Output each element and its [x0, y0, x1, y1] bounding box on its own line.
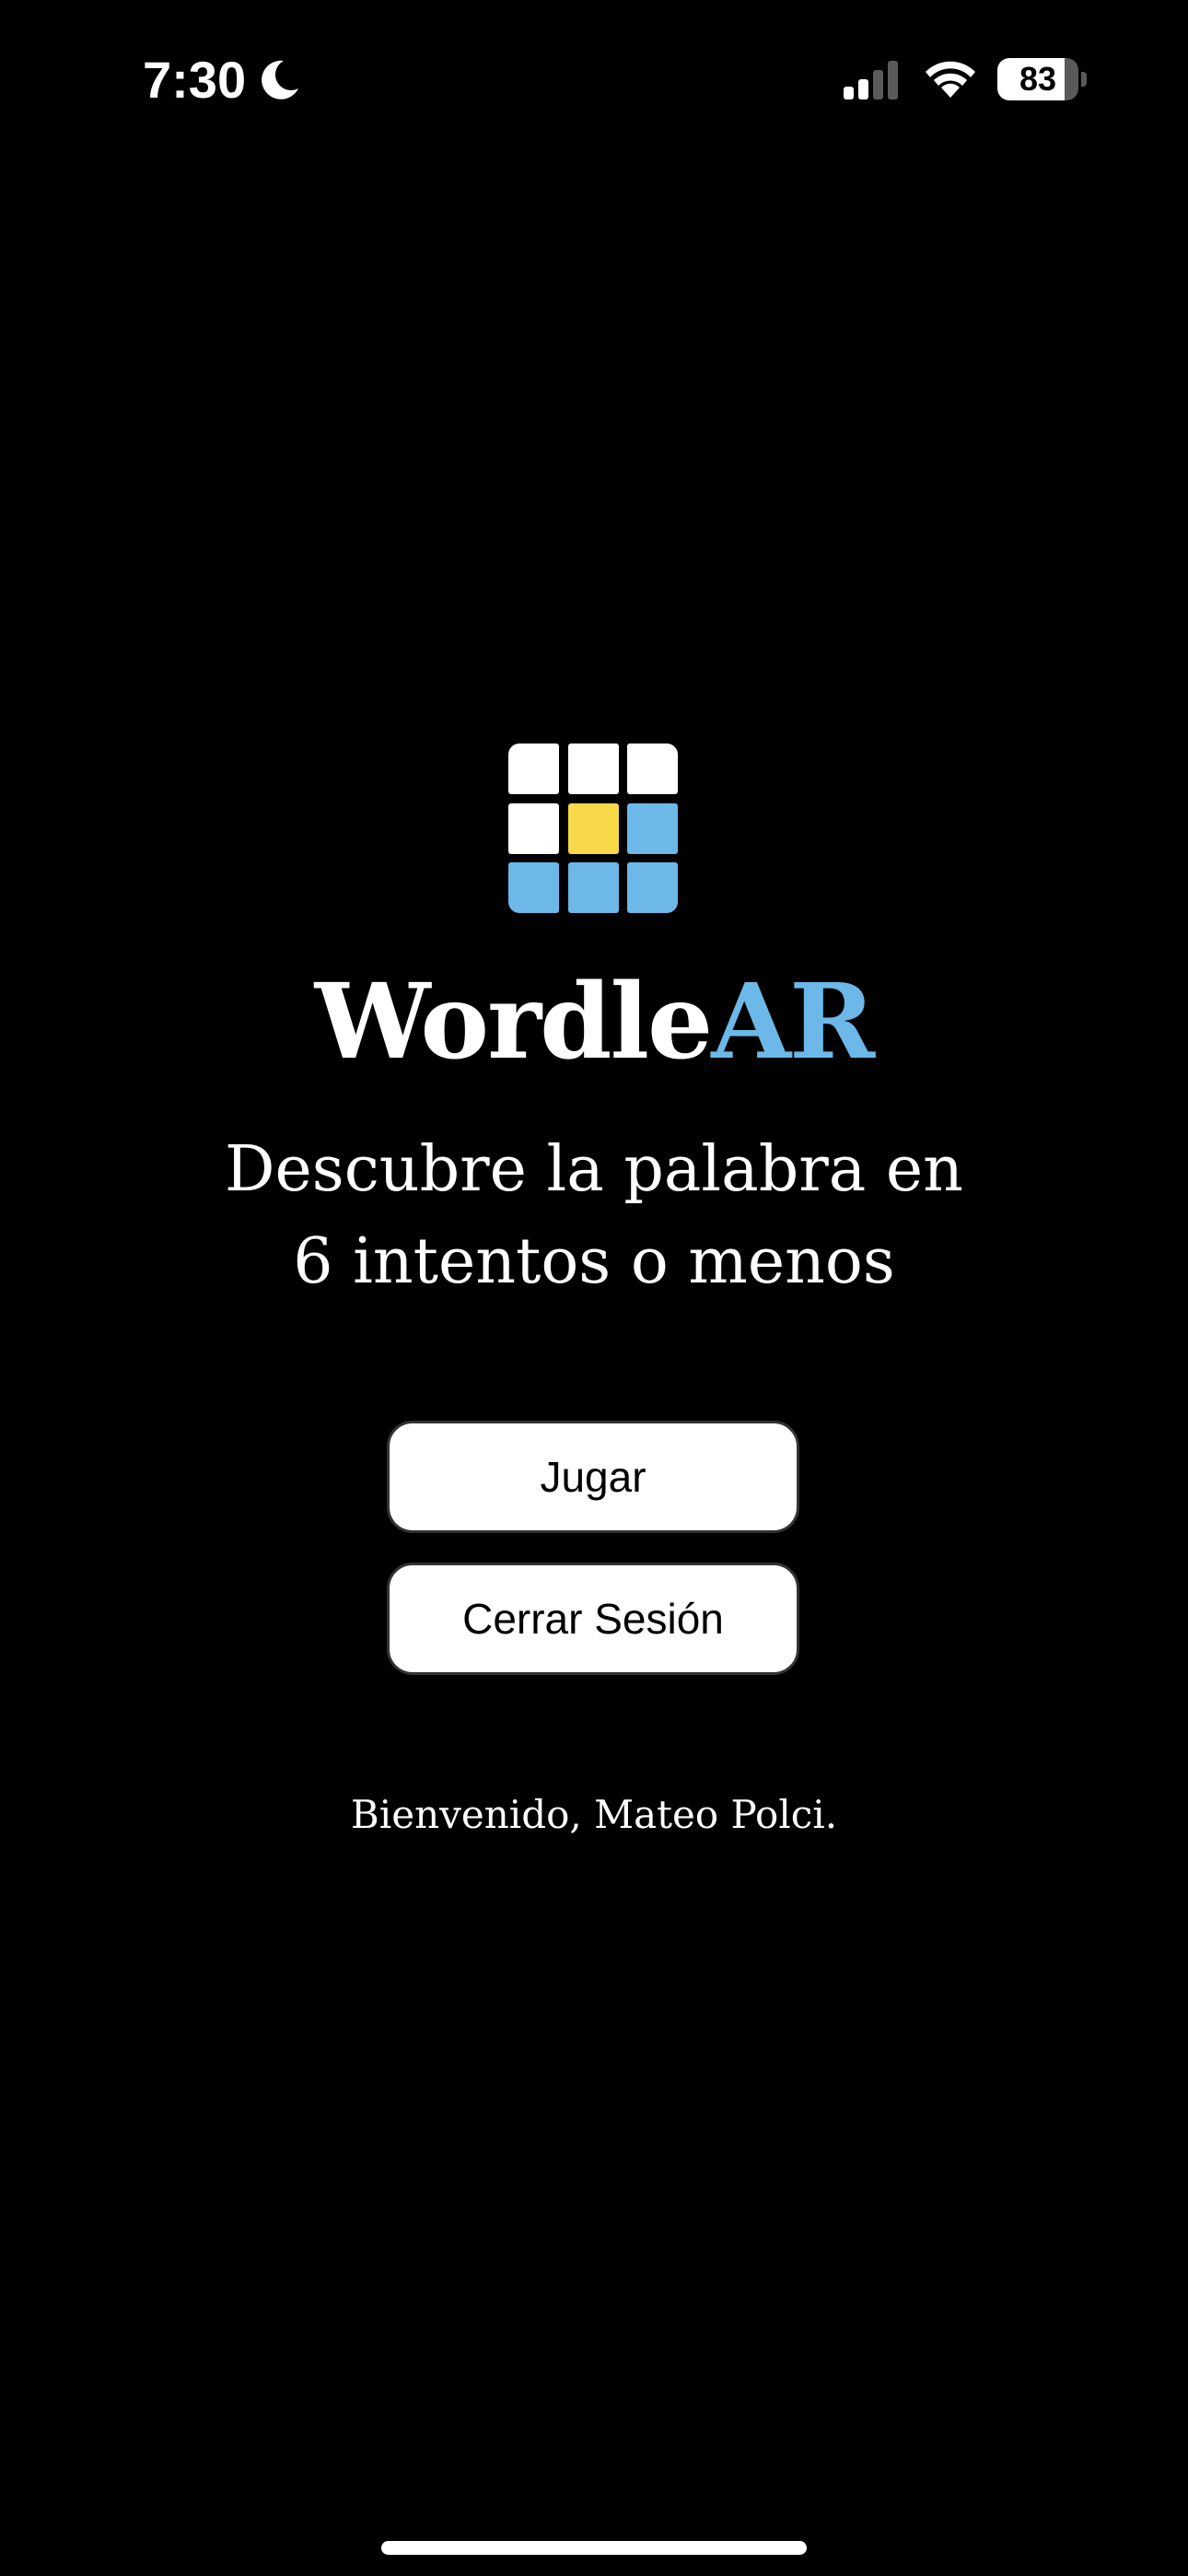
logo-tile: [567, 744, 619, 794]
logo-tile: [508, 744, 559, 794]
play-button[interactable]: Jugar: [387, 1421, 799, 1533]
status-time: 7:30: [143, 51, 247, 109]
battery-cap: [1081, 72, 1087, 87]
welcome-message: Bienvenido, Mateo Polci.: [350, 1792, 838, 1837]
logo-tile: [627, 744, 678, 794]
moon-icon: [262, 60, 298, 100]
signal-bar-4: [888, 61, 898, 100]
signal-icon: [844, 61, 898, 100]
logo-tile: [627, 802, 678, 854]
tagline: Descubre la palabra en 6 intentos o meno…: [0, 1124, 1188, 1308]
logo-tile: [567, 802, 619, 854]
signal-bar-2: [858, 79, 868, 100]
signal-bar-1: [844, 87, 854, 100]
logo-tile: [627, 862, 678, 913]
logo-tile: [508, 802, 559, 854]
logo-tile: [508, 862, 559, 913]
app-title-main: Wordle: [314, 962, 713, 1083]
wifi-icon: [926, 61, 975, 98]
home-indicator[interactable]: [381, 2541, 807, 2555]
tagline-line-2: 6 intentos o menos: [293, 1225, 895, 1298]
tagline-line-1: Descubre la palabra en: [225, 1133, 963, 1206]
status-bar: 7:30 83: [0, 0, 1188, 157]
battery-level: 83: [1019, 60, 1057, 98]
battery-body: 83: [997, 58, 1078, 100]
app-title-accent: AR: [711, 962, 875, 1083]
app-logo-grid: [508, 744, 678, 913]
logo-tile: [567, 862, 619, 913]
signal-bar-3: [873, 70, 883, 100]
app-title: WordleAR: [0, 958, 1188, 1087]
logout-button[interactable]: Cerrar Sesión: [387, 1563, 799, 1675]
battery-icon: 83: [997, 58, 1087, 100]
